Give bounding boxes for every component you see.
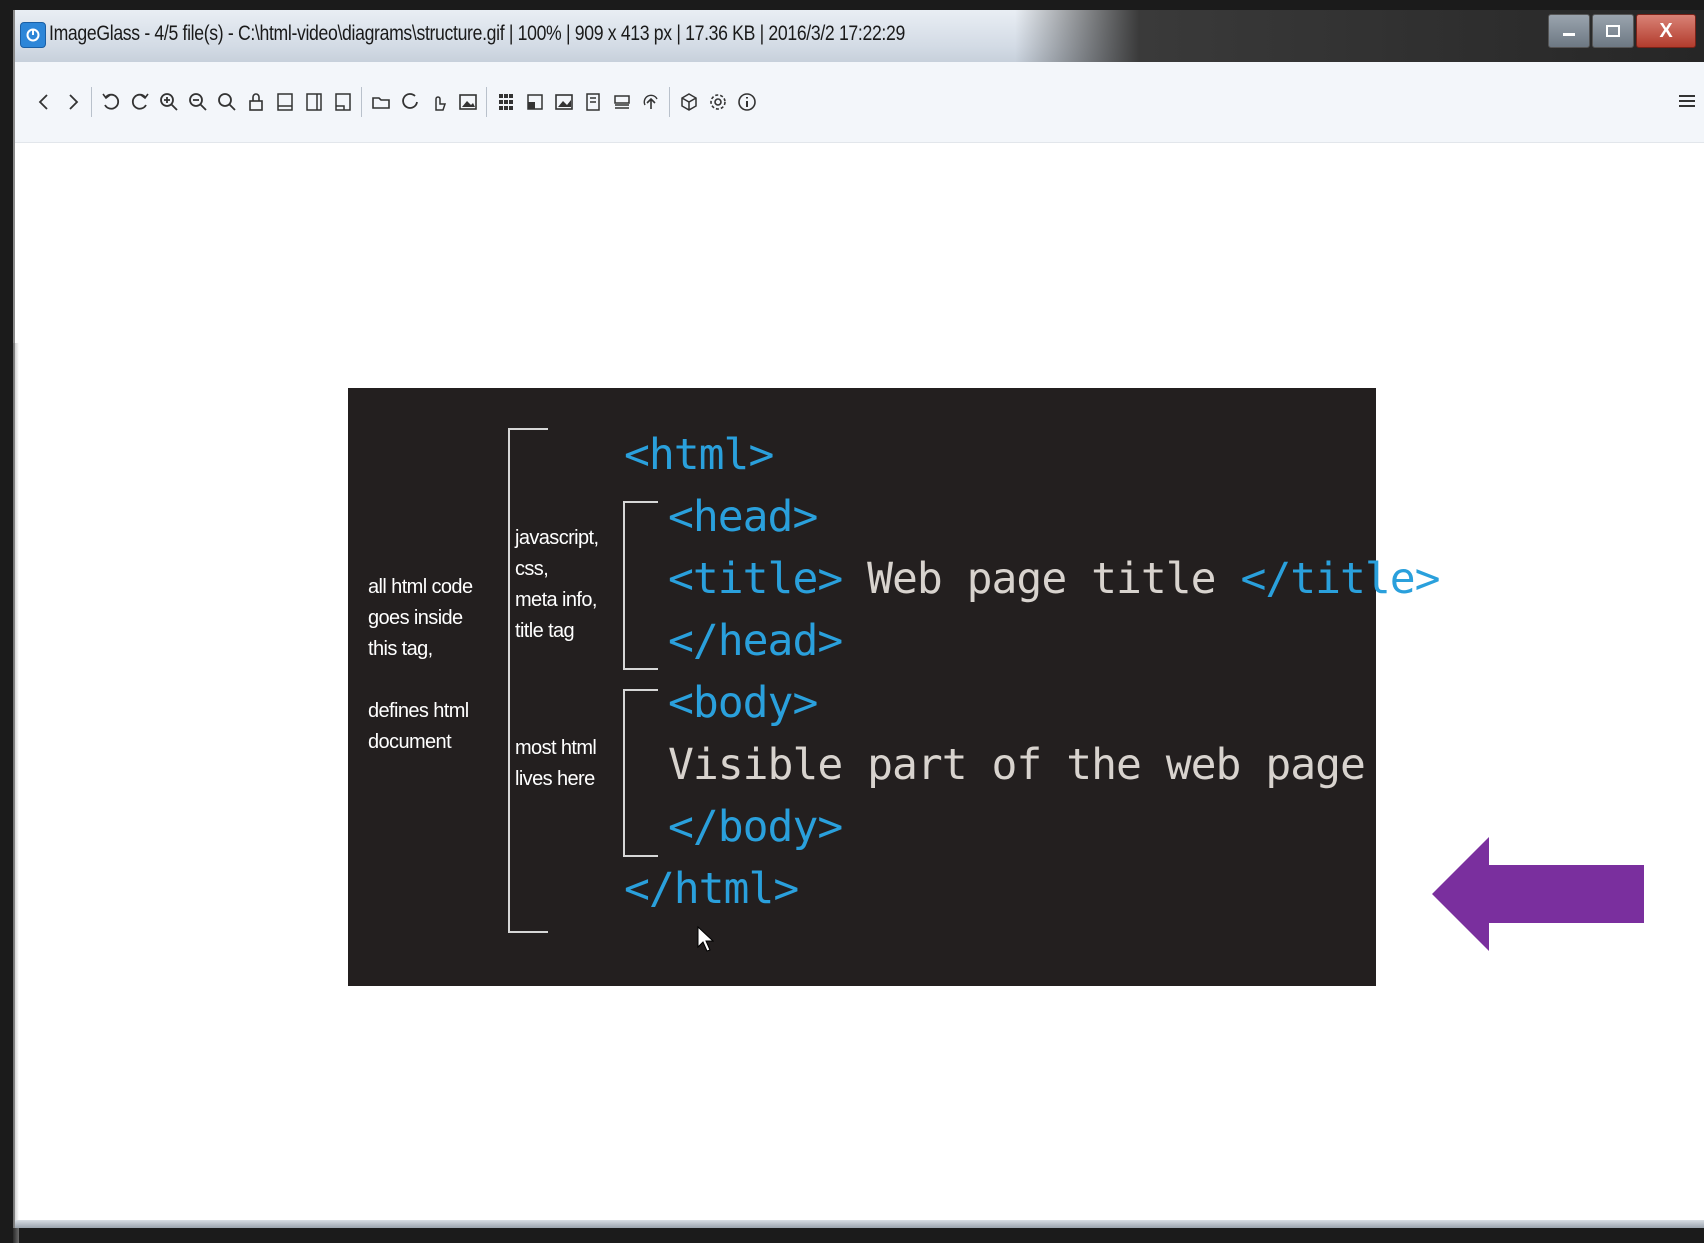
window-title: ImageGlass - 4/5 file(s) - C:\html-video… [49,22,905,45]
close-button[interactable]: X [1636,14,1696,48]
next-icon[interactable] [58,84,87,120]
open-file-icon[interactable] [366,84,395,120]
note-line: all html code [368,576,473,598]
viewport-edge-shadow [13,343,19,1243]
settings-icon[interactable] [703,84,732,120]
image-viewport[interactable]: all html code goes inside this tag, defi… [13,143,1704,1243]
note-line: defines html [368,700,469,722]
toolbar-separator [361,87,362,117]
image-viewer-window: ImageGlass - 4/5 file(s) - C:\html-video… [13,10,1704,1243]
body-tag-note: most html lives here [515,733,597,795]
fit-height-icon[interactable] [299,84,328,120]
html-structure-diagram: all html code goes inside this tag, defi… [348,388,1441,986]
html-tag-note: all html code goes inside this tag, defi… [368,572,473,758]
note-line: css, [515,558,549,580]
rotate-right-icon[interactable] [125,84,154,120]
gallery-icon[interactable] [453,84,482,120]
checkerboard-icon[interactable] [520,84,549,120]
note-line: lives here [515,768,595,790]
code-title-line: <title> Web page title </title> [668,554,1441,604]
code-body-text: Visible part of the web page [668,740,1366,790]
window-bottom-edge [15,1220,1704,1228]
zoom-out-icon[interactable] [183,84,212,120]
note-line: goes inside [368,607,463,629]
body-tag-bracket [623,689,658,857]
code-title-text: Web page title [842,554,1241,604]
code-title-close: </title> [1240,554,1440,604]
minimize-button[interactable] [1548,14,1590,48]
note-line: this tag, [368,638,433,660]
thumbnail-bar-icon[interactable] [491,84,520,120]
code-body-open: <body> [668,678,818,728]
full-screen-icon[interactable] [549,84,578,120]
lock-zoom-icon[interactable] [241,84,270,120]
toolbar-separator [91,87,92,117]
toolbar-separator [486,87,487,117]
previous-icon[interactable] [29,84,58,120]
html-tag-bracket [508,428,548,933]
plugins-icon[interactable] [674,84,703,120]
head-tag-bracket [623,501,658,670]
refresh-icon[interactable] [395,84,424,120]
code-head-open: <head> [668,492,818,542]
print-icon[interactable] [636,84,665,120]
toolbar [15,62,1704,143]
title-bar[interactable]: ImageGlass - 4/5 file(s) - C:\html-video… [15,10,1704,62]
scale-to-fit-icon[interactable] [328,84,357,120]
slideshow-icon[interactable] [578,84,607,120]
close-icon: X [1659,19,1673,42]
actual-size-icon[interactable] [212,84,241,120]
rotate-left-icon[interactable] [96,84,125,120]
fit-width-icon[interactable] [270,84,299,120]
head-tag-note: javascript, css, meta info, title tag [515,523,599,647]
code-html-open: <html> [624,430,774,480]
note-line: javascript, [515,527,599,549]
menu-icon[interactable] [1676,90,1698,114]
save-icon[interactable] [607,84,636,120]
zoom-in-icon[interactable] [154,84,183,120]
note-line: meta info, [515,589,597,611]
imageglass-app-icon [20,22,46,48]
code-html-close: </html> [624,864,799,914]
code-title-open: <title> [668,554,843,604]
mouse-cursor-icon [697,925,714,952]
code-head-close: </head> [668,616,843,666]
info-icon[interactable] [732,84,761,120]
toolbar-separator [669,87,670,117]
left-arrow-icon [1432,837,1644,951]
note-line: most html [515,737,597,759]
code-body-close: </body> [668,802,843,852]
note-line: document [368,731,452,753]
note-line: title tag [515,620,575,642]
maximize-button[interactable] [1592,14,1634,48]
go-to-icon[interactable] [424,84,453,120]
